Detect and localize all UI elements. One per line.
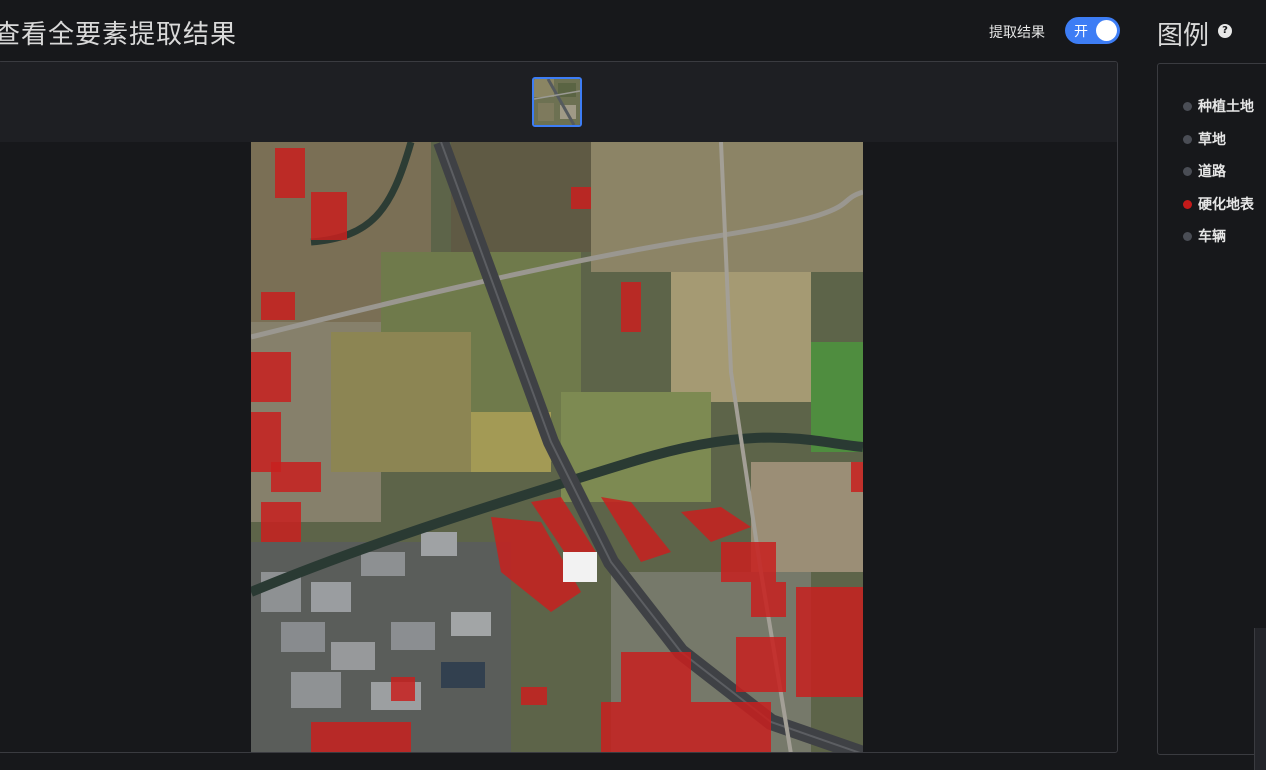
legend-item-label: 草地 xyxy=(1198,132,1226,148)
legend-item-vehicle[interactable]: 车辆 xyxy=(1183,226,1226,246)
page-title: 查看全要素提取结果 xyxy=(0,20,238,50)
toggle-label: 提取结果 xyxy=(989,25,1045,41)
legend-panel: 种植土地 草地 道路 硬化地表 车辆 xyxy=(1157,63,1266,755)
image-thumbnail[interactable] xyxy=(532,77,582,127)
thumbnail-strip xyxy=(0,62,1117,142)
legend-item-road[interactable]: 道路 xyxy=(1183,161,1226,181)
toggle-knob xyxy=(1096,20,1117,41)
legend-item-label: 硬化地表 xyxy=(1198,197,1254,213)
legend-item-planting-land[interactable]: 种植土地 xyxy=(1183,96,1254,116)
viewer-panel xyxy=(0,61,1118,753)
extraction-result-toggle[interactable]: 开 xyxy=(1065,17,1120,44)
scrollbar[interactable] xyxy=(1254,628,1266,770)
legend-item-hardened-surface[interactable]: 硬化地表 xyxy=(1183,194,1254,214)
legend-dot xyxy=(1183,199,1192,209)
legend-dot xyxy=(1183,101,1192,111)
legend-dot xyxy=(1183,231,1192,241)
legend-item-grassland[interactable]: 草地 xyxy=(1183,129,1226,149)
legend-item-label: 道路 xyxy=(1198,164,1226,180)
help-icon[interactable]: ? xyxy=(1218,24,1232,38)
satellite-map-image[interactable] xyxy=(251,142,863,752)
legend-dot xyxy=(1183,166,1192,176)
legend-title: 图例 xyxy=(1157,21,1210,51)
legend-item-label: 种植土地 xyxy=(1198,99,1254,115)
legend-dot xyxy=(1183,134,1192,144)
legend-item-label: 车辆 xyxy=(1198,229,1226,245)
toggle-state-text: 开 xyxy=(1074,24,1088,40)
